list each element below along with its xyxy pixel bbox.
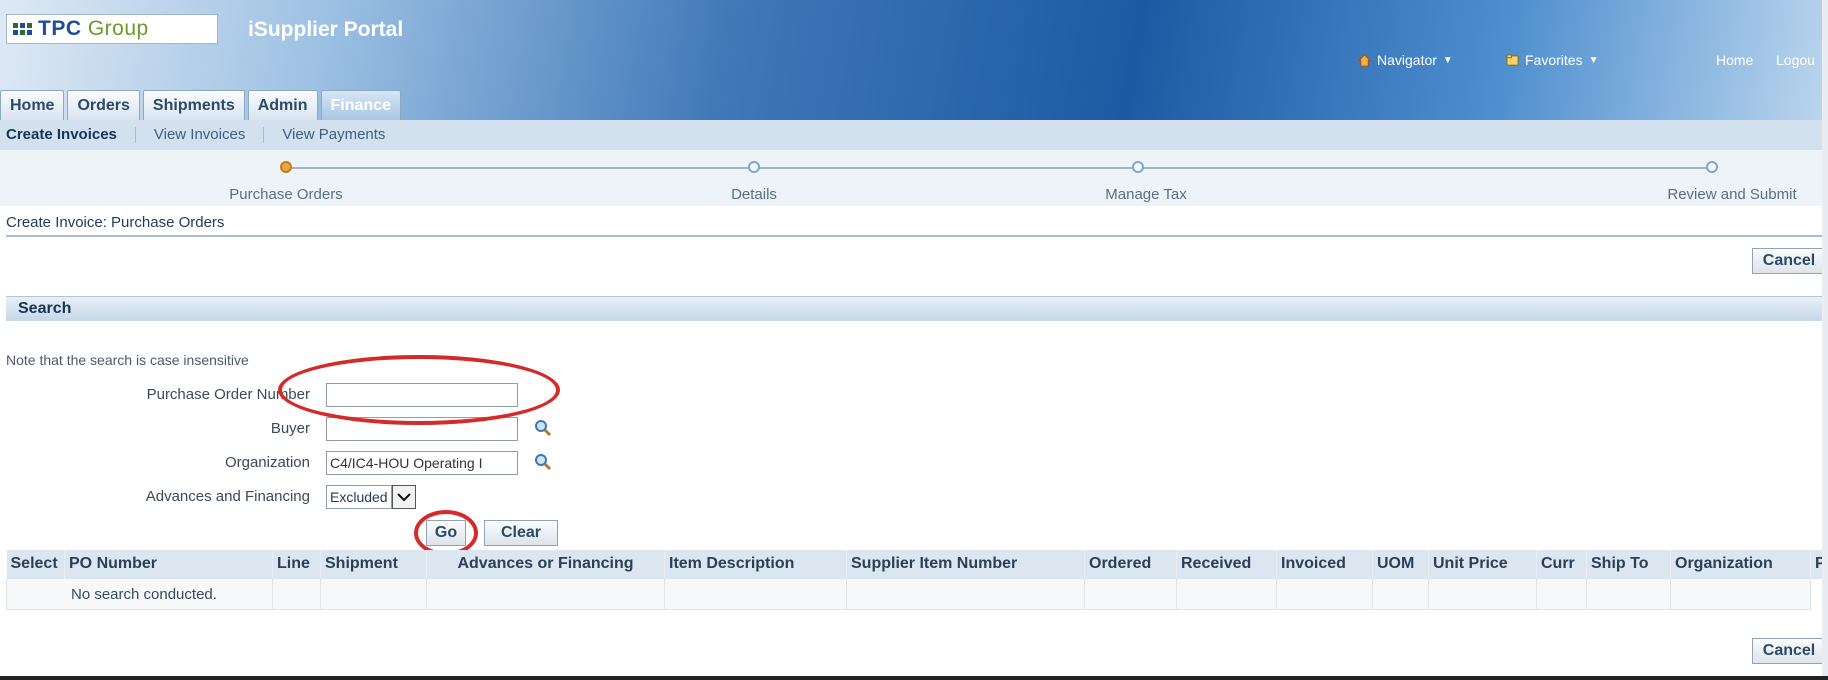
column-header: Advances or Financing bbox=[426, 550, 665, 579]
column-header: Received bbox=[1176, 550, 1277, 579]
table-cell bbox=[1670, 578, 1811, 610]
table-cell bbox=[1276, 578, 1373, 610]
column-header: Line bbox=[272, 550, 321, 579]
column-header: Ordered bbox=[1084, 550, 1177, 579]
logout-link[interactable]: Logou bbox=[1776, 52, 1815, 68]
train-step-label: Manage Tax bbox=[1105, 186, 1187, 203]
favorites-menu[interactable]: Favorites ▼ bbox=[1506, 52, 1598, 68]
highlight-circle-po-number bbox=[278, 355, 560, 425]
company-logo: TPC Group bbox=[6, 14, 218, 44]
results-table: Select PO Number Line Shipment Advances … bbox=[6, 550, 1828, 610]
advances-select-value: Excluded bbox=[326, 485, 392, 509]
column-header: Select bbox=[6, 550, 65, 579]
portal-title: iSupplier Portal bbox=[248, 18, 404, 41]
home-link-label: Home bbox=[1716, 52, 1754, 68]
table-row: No search conducted. bbox=[6, 578, 1828, 610]
empty-message: No search conducted. bbox=[6, 578, 273, 610]
tab-admin[interactable]: Admin bbox=[247, 90, 318, 120]
column-header: Unit Price bbox=[1428, 550, 1537, 579]
window-bottom-border bbox=[0, 676, 1828, 680]
company-name: TPC bbox=[38, 17, 82, 40]
train-step-node-current bbox=[280, 161, 292, 173]
table-cell bbox=[664, 578, 847, 610]
favorites-label: Favorites bbox=[1525, 52, 1583, 68]
organization-label: Organization bbox=[224, 454, 310, 471]
logo-mark-icon bbox=[13, 23, 32, 35]
table-cell bbox=[320, 578, 427, 610]
home-icon bbox=[1358, 53, 1371, 67]
column-header: Supplier Item Number bbox=[846, 550, 1085, 579]
advances-select[interactable]: Excluded bbox=[326, 485, 416, 509]
title-divider bbox=[6, 235, 1822, 237]
sub-navigation: Create Invoices View Invoices View Payme… bbox=[0, 120, 1828, 150]
table-cell bbox=[426, 578, 665, 610]
organization-search-icon[interactable] bbox=[534, 453, 552, 471]
table-cell bbox=[1586, 578, 1671, 610]
train-step-label: Purchase Orders bbox=[229, 186, 343, 203]
train-step-node bbox=[1706, 161, 1718, 173]
navigator-menu[interactable]: Navigator ▼ bbox=[1358, 52, 1453, 68]
column-header: UOM bbox=[1372, 550, 1429, 579]
window-edge bbox=[1822, 0, 1828, 680]
results-header-row: Select PO Number Line Shipment Advances … bbox=[6, 550, 1828, 579]
home-link[interactable]: Home bbox=[1716, 52, 1753, 68]
column-header: Organization bbox=[1670, 550, 1811, 579]
subnav-create-invoices[interactable]: Create Invoices bbox=[0, 127, 136, 143]
tab-shipments[interactable]: Shipments bbox=[142, 90, 245, 120]
logout-link-label: Logou bbox=[1776, 52, 1815, 68]
buyer-label: Buyer bbox=[270, 420, 310, 437]
table-cell bbox=[1176, 578, 1277, 610]
table-cell bbox=[1084, 578, 1177, 610]
table-cell bbox=[1428, 578, 1537, 610]
chevron-down-icon: ▼ bbox=[1442, 54, 1453, 66]
train-step-label: Review and Submit bbox=[1667, 186, 1797, 203]
search-heading: Search bbox=[18, 300, 72, 317]
cancel-button[interactable]: Cancel bbox=[1752, 248, 1826, 274]
navigator-label: Navigator bbox=[1377, 52, 1437, 68]
chevron-down-icon[interactable] bbox=[391, 485, 416, 509]
column-header: Curr bbox=[1536, 550, 1587, 579]
column-header: Shipment bbox=[320, 550, 427, 579]
chevron-down-icon: ▼ bbox=[1588, 54, 1599, 66]
tab-home[interactable]: Home bbox=[0, 90, 65, 120]
cancel-button-bottom[interactable]: Cancel bbox=[1752, 638, 1826, 664]
column-header: Invoiced bbox=[1276, 550, 1373, 579]
company-suffix: Group bbox=[87, 17, 149, 40]
table-cell bbox=[1372, 578, 1429, 610]
buyer-search-icon[interactable] bbox=[534, 419, 552, 437]
main-tabs: Home Orders Shipments Admin Finance bbox=[0, 90, 401, 120]
tab-orders[interactable]: Orders bbox=[67, 90, 140, 120]
column-header: Item Description bbox=[664, 550, 847, 579]
tab-finance[interactable]: Finance bbox=[320, 90, 401, 120]
favorites-icon bbox=[1506, 53, 1519, 66]
train-step-node bbox=[748, 161, 760, 173]
column-header: Ship To bbox=[1586, 550, 1671, 579]
organization-input[interactable] bbox=[326, 451, 518, 475]
column-header[interactable]: PO Number bbox=[64, 550, 273, 579]
train-step-label: Details bbox=[731, 186, 777, 203]
po-number-label: Purchase Order Number bbox=[146, 386, 310, 403]
train-line bbox=[290, 167, 1710, 169]
search-header-band bbox=[6, 296, 1828, 321]
process-train: Purchase Orders Details Manage Tax Revie… bbox=[0, 150, 1828, 206]
search-note: Note that the search is case insensitive bbox=[6, 352, 249, 368]
subnav-view-payments[interactable]: View Payments bbox=[264, 127, 403, 143]
train-step-node bbox=[1132, 161, 1144, 173]
table-cell bbox=[1536, 578, 1587, 610]
clear-button[interactable]: Clear bbox=[484, 520, 558, 546]
page-title: Create Invoice: Purchase Orders bbox=[6, 214, 225, 231]
table-cell bbox=[272, 578, 321, 610]
subnav-view-invoices[interactable]: View Invoices bbox=[136, 127, 265, 143]
table-cell bbox=[846, 578, 1085, 610]
advances-label: Advances and Financing bbox=[145, 488, 310, 505]
